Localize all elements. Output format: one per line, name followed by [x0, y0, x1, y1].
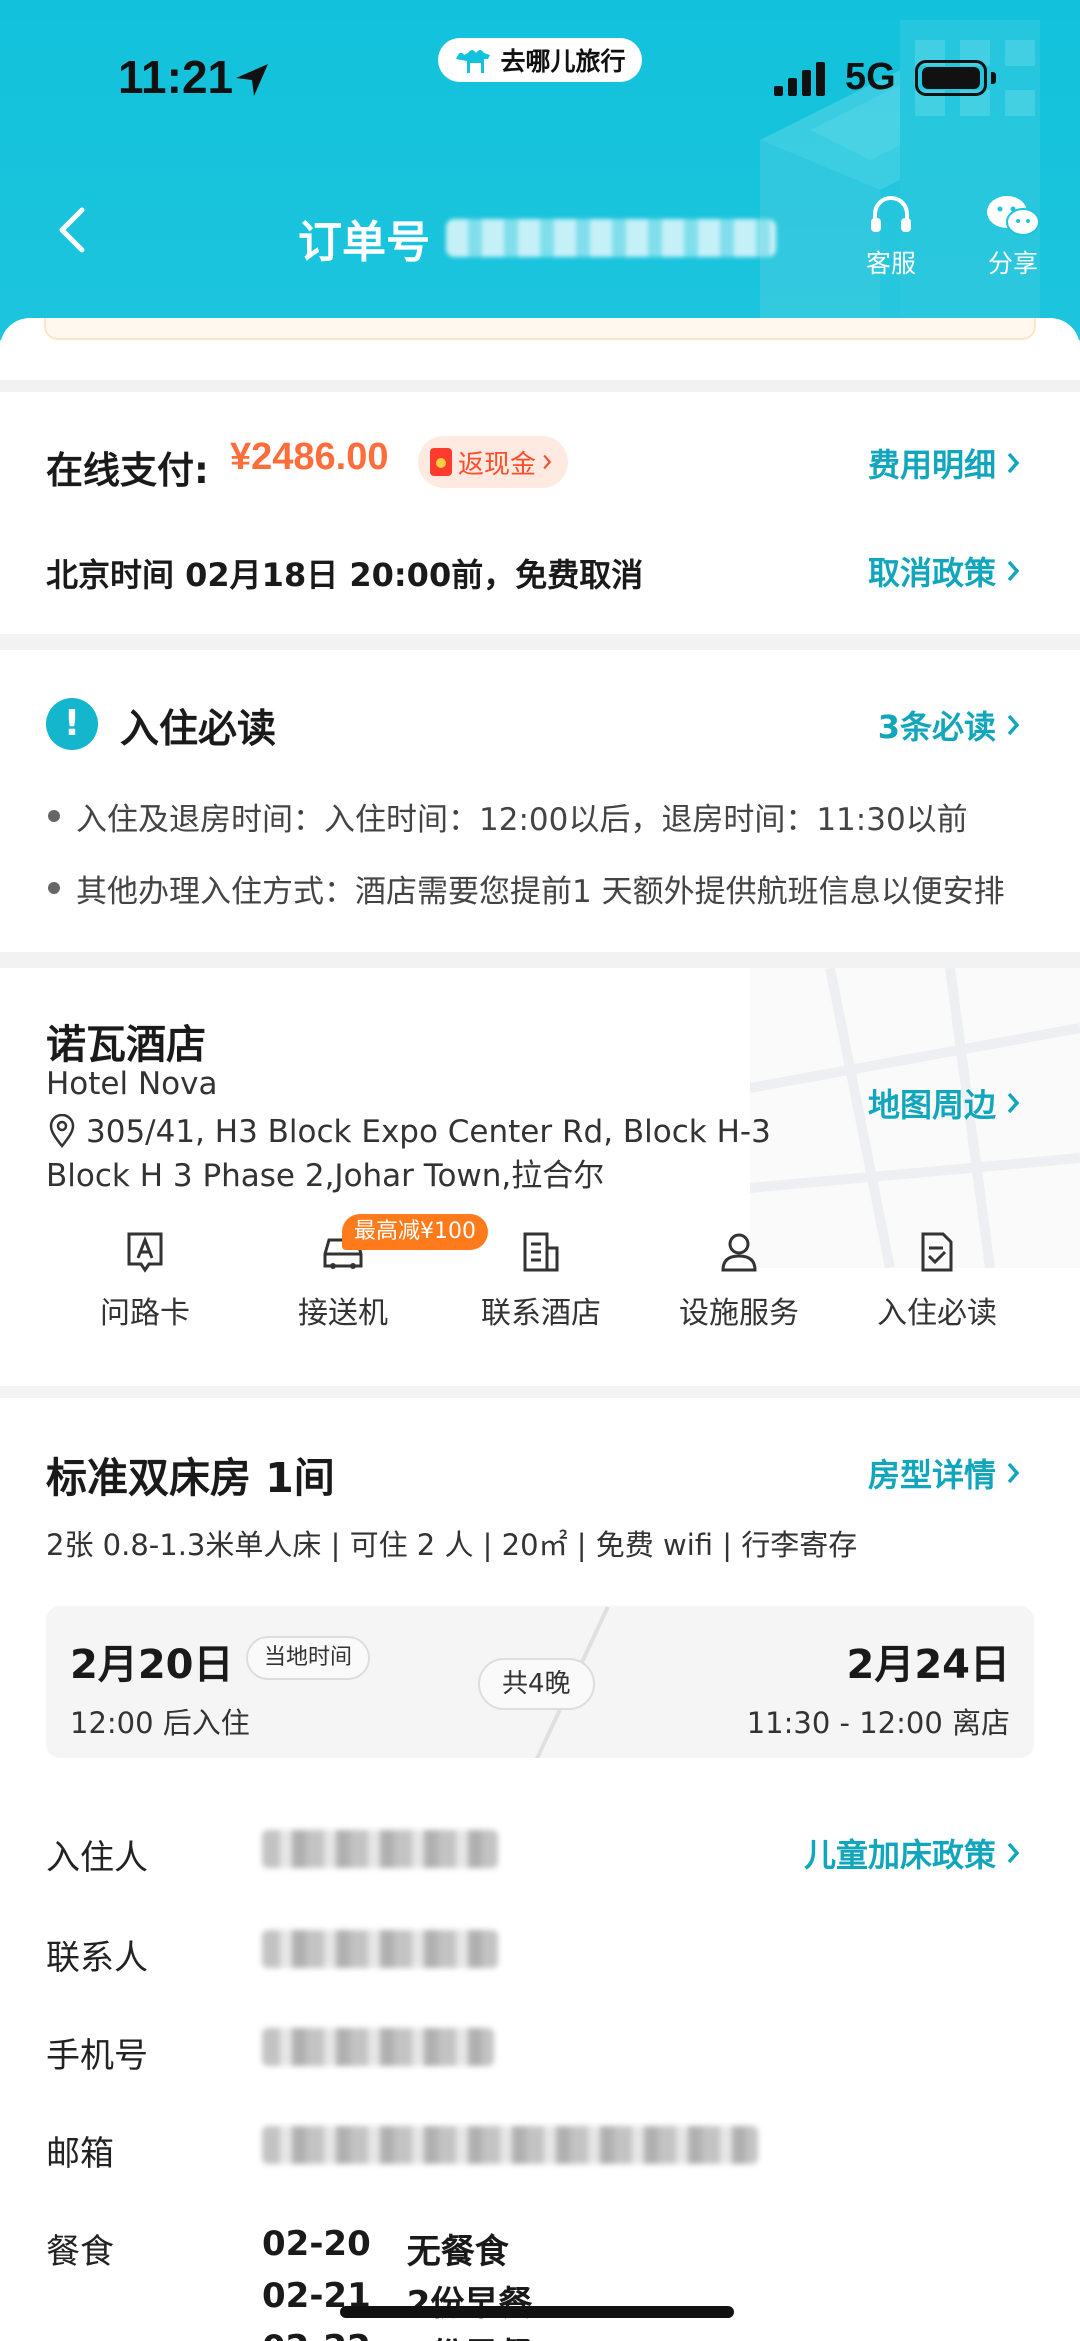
headset-icon — [871, 196, 911, 232]
payment-label: 在线支付: — [46, 449, 209, 492]
camel-logo-icon — [456, 50, 491, 73]
chevron-right-icon — [543, 454, 552, 470]
must-read-title: 入住必读 — [120, 707, 277, 752]
brand-name: 去哪儿旅行 — [500, 47, 626, 76]
shortcut-facilities[interactable]: 设施服务 — [640, 1230, 838, 1360]
child-bed-policy-link[interactable]: 儿童加床政策 — [804, 1830, 1020, 1876]
red-packet-icon — [430, 448, 452, 476]
phone-label: 手机号 — [46, 2036, 148, 2076]
checkin-time: 12:00 后入住 — [70, 1706, 250, 1740]
cancel-policy-label: 取消政策 — [867, 554, 996, 592]
map-nearby-link[interactable]: 地图周边 — [868, 1080, 1020, 1126]
room-title: 标准双床房 1间 — [46, 1454, 335, 1502]
brand-pill: 去哪儿旅行 — [438, 38, 642, 82]
exclamation-icon: ! — [46, 698, 98, 750]
free-cancel-text: 北京时间 02月18日 20:00前，免费取消 — [46, 556, 644, 594]
shortcut-label: 接送机 — [298, 1296, 388, 1331]
fee-detail-link[interactable]: 费用明细 — [868, 440, 1020, 486]
hotel-shortcuts: 问路卡 最高减¥100 接送机 联系酒店 设施服务 入住必读 — [46, 1214, 1036, 1360]
wechat-icon — [987, 196, 1040, 236]
email-blurred — [262, 2126, 758, 2164]
chevron-right-icon — [1007, 1842, 1020, 1864]
battery-icon — [915, 60, 987, 96]
shortcut-label: 联系酒店 — [481, 1296, 601, 1331]
share-button[interactable]: 分享 — [968, 194, 1058, 280]
cashback-button[interactable]: 返现金 — [418, 436, 569, 488]
order-number-value-blurred — [446, 219, 776, 257]
network-type: 5G — [845, 56, 896, 98]
header-bar: 11:21 去哪儿旅行 5G 订单号 客服 分享 — [0, 0, 1080, 340]
guest-name-blurred — [262, 1830, 498, 1868]
room-detail-label: 房型详情 — [867, 1456, 996, 1494]
map-nearby-label: 地图周边 — [867, 1086, 996, 1124]
cashback-label: 返现金 — [458, 449, 537, 480]
chevron-right-icon — [1007, 714, 1020, 736]
share-label: 分享 — [987, 249, 1038, 278]
meal-label: 餐食 — [46, 2232, 114, 2272]
must-read-item[interactable]: 入住及退房时间：入住时间：12:00以后，退房时间：11:30以前 — [46, 794, 1036, 839]
room-detail-link[interactable]: 房型详情 — [868, 1450, 1020, 1496]
meal-value: 无餐食 — [406, 2232, 509, 2272]
must-read-item[interactable]: 其他办理入住方式：酒店需要您提前1 天额外提供航班信息以便安排 — [46, 866, 1036, 911]
building-icon — [523, 1232, 559, 1272]
shortcut-direction-card[interactable]: 问路卡 — [46, 1230, 244, 1360]
order-number-label: 订单号 — [298, 217, 430, 268]
child-bed-policy-label: 儿童加床政策 — [803, 1836, 996, 1874]
shortcut-label: 设施服务 — [679, 1296, 799, 1331]
service-person-icon — [721, 1233, 757, 1272]
chevron-right-icon — [1007, 560, 1020, 582]
meal-date: 02-22 — [262, 2328, 371, 2341]
contact-label: 联系人 — [46, 1938, 148, 1978]
home-indicator[interactable] — [340, 2306, 734, 2318]
shortcut-must-read[interactable]: 入住必读 — [838, 1230, 1036, 1360]
room-card: 标准双床房 1间 房型详情 2张 0.8-1.3米单人床 | 可住 2 人 | … — [0, 1398, 1080, 2341]
cancel-policy-link[interactable]: 取消政策 — [868, 548, 1020, 594]
hotel-address[interactable]: 305/41, H3 Block Expo Center Rd, Block H… — [46, 1110, 806, 1198]
shortcut-airport-transfer[interactable]: 最高减¥100 接送机 — [244, 1214, 488, 1360]
room-description: 2张 0.8-1.3米单人床 | 可住 2 人 | 20㎡ | 免费 wifi … — [46, 1528, 858, 1562]
must-read-link-label: 3条必读 — [877, 708, 996, 746]
nights-count: 共4晚 — [478, 1658, 595, 1710]
shortcut-label: 问路卡 — [100, 1296, 190, 1331]
shortcut-label: 入住必读 — [877, 1296, 997, 1331]
hotel-name-en: Hotel Nova — [46, 1066, 218, 1102]
document-icon — [921, 1232, 953, 1272]
location-arrow-icon — [236, 64, 268, 96]
customer-service-button[interactable]: 客服 — [846, 194, 936, 280]
stay-dates-box: 2月20日 当地时间 12:00 后入住 共4晚 2月24日 11:30 - 1… — [46, 1606, 1034, 1758]
contact-name-blurred — [262, 1930, 498, 1968]
direction-card-icon — [127, 1232, 163, 1273]
chevron-right-icon — [1007, 452, 1020, 474]
tip-bar — [44, 318, 1036, 340]
email-label: 邮箱 — [46, 2134, 114, 2174]
payment-card: 在线支付: ¥2486.00 返现金 费用明细 北京时间 02月18日 20:0… — [0, 392, 1080, 634]
back-arrow-icon[interactable] — [52, 200, 92, 260]
signal-icon — [774, 62, 825, 96]
order-number-title: 订单号 — [298, 206, 776, 270]
checkout-date: 2月24日 — [846, 1642, 1011, 1688]
checkin-date: 2月20日 — [70, 1642, 234, 1688]
chevron-right-icon — [1007, 1462, 1020, 1484]
hotel-card: 诺瓦酒店 Hotel Nova 305/41, H3 Block Expo Ce… — [0, 968, 1080, 1386]
meal-row: 02-22 2份早餐 — [262, 2328, 532, 2341]
local-time-tag: 当地时间 — [246, 1636, 371, 1680]
status-time: 11:21 — [118, 51, 234, 103]
shortcut-contact-hotel[interactable]: 联系酒店 — [442, 1230, 640, 1360]
fee-detail-label: 费用明细 — [867, 446, 996, 484]
checkout-time: 11:30 - 12:00 离店 — [746, 1706, 1010, 1740]
meal-date: 02-20 — [262, 2224, 371, 2264]
phone-number-blurred — [262, 2028, 494, 2066]
meal-row: 02-20 无餐食 — [262, 2224, 509, 2273]
must-read-link[interactable]: 3条必读 — [878, 702, 1020, 748]
payment-amount: ¥2486.00 — [230, 436, 389, 478]
chevron-right-icon — [1007, 1092, 1020, 1114]
hotel-name: 诺瓦酒店 — [46, 1022, 206, 1068]
guest-label: 入住人 — [46, 1838, 148, 1878]
meal-value: 2份早餐 — [407, 2328, 533, 2341]
customer-service-label: 客服 — [865, 249, 916, 278]
must-read-card: ! 入住必读 3条必读 入住及退房时间：入住时间：12:00以后，退房时间：11… — [0, 650, 1080, 952]
